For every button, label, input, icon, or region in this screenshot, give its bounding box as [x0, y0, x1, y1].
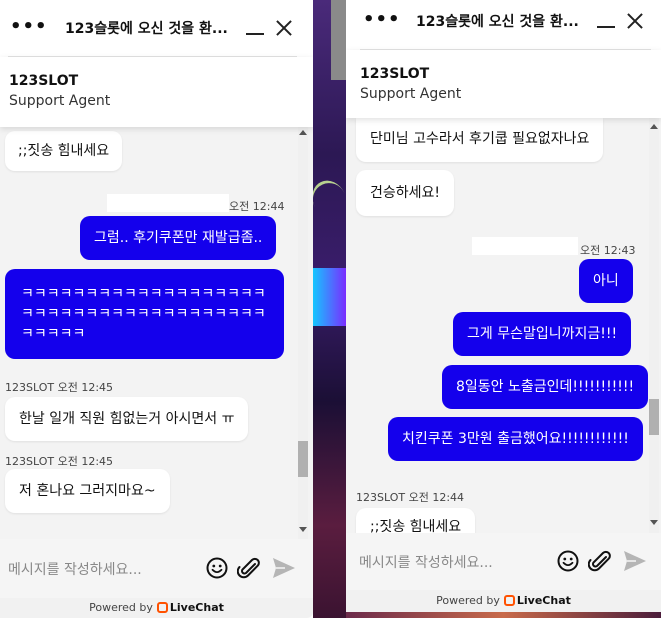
chat-widget-left: ••• 123슬롯에 오신 것을 환... 123SLOT Support Ag… — [0, 0, 313, 618]
message-meta: 123SLOT 오전 12:44 — [356, 491, 465, 504]
redacted-name — [472, 237, 578, 255]
agent-role: Support Agent — [360, 86, 462, 102]
scroll-up-arrow-icon[interactable] — [650, 124, 658, 129]
more-dots-icon[interactable]: ••• — [363, 11, 401, 29]
close-icon[interactable] — [626, 12, 644, 30]
more-dots-icon[interactable]: ••• — [10, 18, 48, 36]
agent-name: 123SLOT — [360, 66, 430, 82]
visitor-message: 8일동안 노출금인데!!!!!!!!!!! — [442, 365, 649, 409]
livechat-logo-icon — [503, 595, 515, 606]
scrollbar-thumb[interactable] — [649, 399, 659, 435]
visitor-message: 치킨쿠폰 3만원 출금했어요!!!!!!!!!!!! — [388, 417, 643, 461]
scrollbar-thumb[interactable] — [298, 441, 308, 477]
background-scrollbar — [331, 0, 346, 80]
chat-topbar: ••• 123슬롯에 오신 것을 환... — [346, 0, 661, 56]
agent-header: 123SLOT Support Agent — [346, 50, 661, 118]
paperclip-icon[interactable] — [237, 557, 261, 581]
thread-scrollbar[interactable] — [298, 127, 308, 539]
send-icon[interactable] — [271, 556, 297, 580]
composer: 메시지를 작성하세요... — [0, 539, 313, 598]
powered-by-text: Powered by — [436, 594, 500, 607]
visitor-message: 아니 — [579, 259, 633, 303]
chat-widget-right: ••• 123슬롯에 오신 것을 환... 123SLOT Support Ag… — [346, 0, 661, 612]
message-thread[interactable]: 단미님 고수라서 후기쿱 필요없자나요 건승하세요! 오전 12:43 아니 그… — [346, 118, 661, 533]
emoji-icon[interactable] — [557, 550, 579, 572]
powered-by-bar[interactable]: Powered by LiveChat — [346, 590, 661, 612]
chat-title: 123슬롯에 오신 것을 환... — [65, 21, 228, 37]
agent-message: 저 혼나요 그러지마요~ — [5, 469, 170, 513]
paperclip-icon[interactable] — [588, 550, 612, 574]
visitor-message: ㅋㅋㅋㅋㅋㅋㅋㅋㅋㅋㅋㅋㅋㅋㅋㅋㅋㅋㅋㅋㅋㅋㅋㅋㅋㅋㅋㅋㅋㅋㅋㅋㅋㅋㅋㅋㅋㅋㅋㅋ… — [5, 269, 284, 359]
message-input[interactable]: 메시지를 작성하세요... — [359, 552, 493, 572]
agent-role: Support Agent — [9, 93, 111, 109]
scroll-down-arrow-icon[interactable] — [650, 520, 658, 525]
message-meta: 123SLOT 오전 12:45 — [5, 381, 114, 394]
agent-message: ;;짓송 힘내세요 — [5, 131, 123, 171]
visitor-message: 그럼.. 후기쿠폰만 재발급좀.. — [80, 216, 277, 260]
background-banner — [313, 268, 346, 326]
agent-name: 123SLOT — [9, 73, 79, 89]
agent-message: 건승하세요! — [356, 170, 455, 216]
scroll-down-arrow-icon[interactable] — [299, 527, 307, 532]
background-decoration — [313, 174, 346, 226]
powered-by-text: Powered by — [89, 601, 153, 614]
livechat-logo-icon — [156, 602, 168, 613]
message-input[interactable]: 메시지를 작성하세요... — [8, 559, 142, 579]
redacted-name — [107, 194, 229, 212]
composer: 메시지를 작성하세요... — [346, 533, 661, 590]
chat-title: 123슬롯에 오신 것을 환... — [416, 14, 579, 30]
visitor-message: 그게 무슨말입니까지금!!! — [453, 312, 632, 356]
minimize-icon[interactable] — [246, 33, 264, 35]
powered-by-bar[interactable]: Powered by LiveChat — [0, 598, 313, 618]
emoji-icon[interactable] — [206, 557, 228, 579]
send-icon[interactable] — [622, 549, 648, 573]
close-icon[interactable] — [275, 19, 293, 37]
scroll-up-arrow-icon[interactable] — [299, 130, 307, 135]
agent-message: 단미님 고수라서 후기쿱 필요없자나요 — [356, 118, 604, 162]
brand-name: LiveChat — [169, 601, 224, 614]
brand-name: LiveChat — [516, 594, 571, 607]
minimize-icon[interactable] — [597, 26, 615, 28]
agent-message: ;;짓송 힘내세요 — [356, 508, 476, 533]
message-timestamp: 오전 12:44 — [229, 200, 285, 213]
chat-topbar: ••• 123슬롯에 오신 것을 환... — [0, 0, 313, 56]
message-timestamp: 오전 12:43 — [580, 244, 636, 257]
message-meta: 123SLOT 오전 12:45 — [5, 455, 114, 468]
message-thread[interactable]: ;;짓송 힘내세요 오전 12:44 그럼.. 후기쿠폰만 재발급좀.. ㅋㅋㅋ… — [0, 127, 313, 539]
agent-message: 한날 일개 직원 힘없는거 아시면서 ㅠ — [5, 397, 249, 441]
background-page-strip — [313, 0, 346, 618]
thread-scrollbar[interactable] — [649, 118, 659, 533]
background-page-image — [346, 612, 661, 618]
agent-header: 123SLOT Support Agent — [0, 57, 313, 127]
